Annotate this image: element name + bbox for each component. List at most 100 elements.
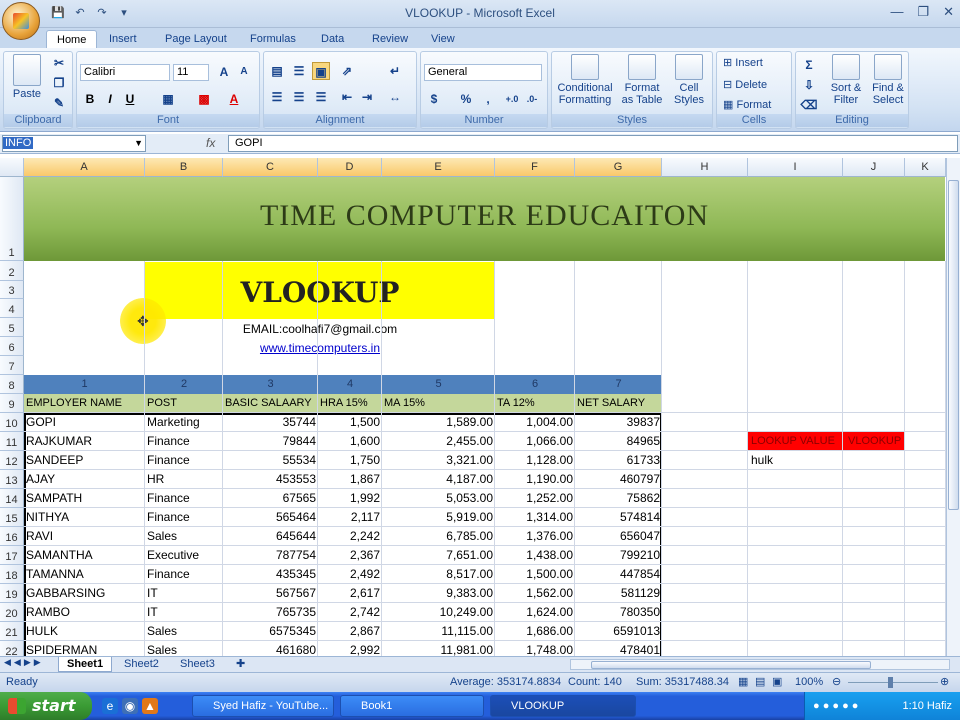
underline-button[interactable]: U: [121, 90, 139, 108]
data-cell[interactable]: RAVI: [24, 527, 145, 545]
data-cell[interactable]: HR: [145, 470, 223, 488]
data-cell[interactable]: 567567: [223, 584, 318, 602]
tray-icons[interactable]: ● ● ● ● ●: [813, 692, 858, 720]
data-cell[interactable]: 5,053.00: [382, 489, 495, 507]
vlc-quicklaunch-icon[interactable]: ▲: [142, 698, 158, 714]
ie-quicklaunch-icon[interactable]: e: [102, 698, 118, 714]
data-cell[interactable]: 11,115.00: [382, 622, 495, 640]
italic-button[interactable]: I: [101, 90, 119, 108]
row-header-3[interactable]: 3: [0, 281, 24, 299]
data-cell[interactable]: 1,992: [318, 489, 382, 507]
vertical-scrollbar[interactable]: [946, 158, 960, 656]
data-cell[interactable]: 565464: [223, 508, 318, 526]
data-cell[interactable]: 1,190.00: [495, 470, 575, 488]
insert-function-button[interactable]: fx: [206, 136, 215, 150]
data-cell[interactable]: 67565: [223, 489, 318, 507]
data-cell[interactable]: 11,981.00: [382, 641, 495, 656]
data-cell[interactable]: 574814: [575, 508, 662, 526]
row-header-5[interactable]: 5: [0, 318, 24, 337]
bold-button[interactable]: B: [81, 90, 99, 108]
lookup-value-cell[interactable]: hulk: [749, 451, 775, 469]
data-cell[interactable]: Sales: [145, 527, 223, 545]
data-cell[interactable]: TAMANNA: [24, 565, 145, 583]
data-cell[interactable]: 1,376.00: [495, 527, 575, 545]
select-all-corner[interactable]: [0, 158, 24, 177]
data-cell[interactable]: 2,992: [318, 641, 382, 656]
data-cell[interactable]: 10,249.00: [382, 603, 495, 621]
horizontal-scrollbar[interactable]: [570, 659, 950, 670]
row-header-8[interactable]: 8: [0, 375, 24, 394]
insert-cells-button[interactable]: ⊞ Insert: [723, 56, 763, 69]
data-cell[interactable]: GABBARSING: [24, 584, 145, 602]
zoom-out-icon[interactable]: ⊖: [832, 673, 841, 692]
data-cell[interactable]: 1,128.00: [495, 451, 575, 469]
row-header-12[interactable]: 12: [0, 451, 24, 470]
data-cell[interactable]: 1,004.00: [495, 413, 575, 431]
data-cell[interactable]: 2,867: [318, 622, 382, 640]
number-format-select[interactable]: General: [424, 64, 542, 81]
restore-icon[interactable]: ❐: [917, 4, 929, 20]
column-header-c[interactable]: C: [223, 158, 318, 177]
data-cell[interactable]: 1,500.00: [495, 565, 575, 583]
tab-data[interactable]: Data: [311, 30, 354, 48]
data-cell[interactable]: 61733: [575, 451, 662, 469]
merge-center-icon[interactable]: ↔: [386, 88, 404, 106]
row-header-16[interactable]: 16: [0, 527, 24, 546]
data-cell[interactable]: 1,314.00: [495, 508, 575, 526]
data-cell[interactable]: 2,117: [318, 508, 382, 526]
sheet-tab-3[interactable]: Sheet3: [172, 657, 223, 672]
row-header-17[interactable]: 17: [0, 546, 24, 565]
row-header-9[interactable]: 9: [0, 394, 24, 413]
cut-icon[interactable]: ✂: [50, 54, 68, 72]
column-header-d[interactable]: D: [318, 158, 382, 177]
row-header-22[interactable]: 22: [0, 641, 24, 656]
comma-button[interactable]: ,: [479, 90, 497, 108]
sheet-nav-arrows[interactable]: ◀◀▶▶: [4, 657, 44, 668]
row-header-13[interactable]: 13: [0, 470, 24, 489]
data-cell[interactable]: 1,867: [318, 470, 382, 488]
data-cell[interactable]: 6591013: [575, 622, 662, 640]
data-cell[interactable]: 765735: [223, 603, 318, 621]
data-cell[interactable]: 35744: [223, 413, 318, 431]
decrease-decimal-icon[interactable]: .0-: [523, 90, 541, 108]
data-cell[interactable]: 4,187.00: [382, 470, 495, 488]
formula-input[interactable]: GOPI: [228, 135, 958, 152]
row-header-1[interactable]: 1: [0, 177, 24, 261]
orientation-icon[interactable]: ⇗: [338, 62, 356, 80]
zoom-level[interactable]: 100%: [795, 673, 823, 692]
data-cell[interactable]: 9,383.00: [382, 584, 495, 602]
insert-sheet-icon[interactable]: ✚: [228, 657, 253, 672]
data-cell[interactable]: 1,624.00: [495, 603, 575, 621]
data-cell[interactable]: RAJKUMAR: [24, 432, 145, 450]
data-cell[interactable]: 478401: [575, 641, 662, 656]
align-right-icon[interactable]: ☰: [312, 88, 330, 106]
data-cell[interactable]: 2,242: [318, 527, 382, 545]
zoom-slider-thumb[interactable]: [888, 677, 893, 688]
align-center-icon[interactable]: ☰: [290, 88, 308, 106]
row-header-7[interactable]: 7: [0, 356, 24, 375]
data-cell[interactable]: 447854: [575, 565, 662, 583]
tab-page-layout[interactable]: Page Layout: [155, 30, 237, 48]
wrap-text-icon[interactable]: ↵: [386, 62, 404, 80]
clear-icon[interactable]: ⌫: [800, 96, 818, 114]
horizontal-scroll-thumb[interactable]: [591, 661, 871, 669]
autosum-icon[interactable]: Σ: [800, 56, 818, 74]
data-cell[interactable]: 1,500: [318, 413, 382, 431]
data-cell[interactable]: 1,438.00: [495, 546, 575, 564]
data-cell[interactable]: Finance: [145, 489, 223, 507]
column-header-i[interactable]: I: [748, 158, 843, 177]
data-cell[interactable]: 2,617: [318, 584, 382, 602]
data-cell[interactable]: 6575345: [223, 622, 318, 640]
find-select-button[interactable]: Find & Select: [868, 54, 908, 106]
conditional-formatting-button[interactable]: Conditional Formatting: [554, 54, 616, 106]
data-cell[interactable]: 6,785.00: [382, 527, 495, 545]
row-header-18[interactable]: 18: [0, 565, 24, 584]
font-color-icon[interactable]: A: [225, 90, 243, 108]
sheet-tab-1[interactable]: Sheet1: [58, 657, 113, 672]
data-cell[interactable]: Finance: [145, 508, 223, 526]
data-cell[interactable]: 1,562.00: [495, 584, 575, 602]
data-cell[interactable]: 7,651.00: [382, 546, 495, 564]
data-cell[interactable]: 1,686.00: [495, 622, 575, 640]
normal-view-icon[interactable]: ▦: [738, 673, 748, 692]
data-cell[interactable]: AJAY: [24, 470, 145, 488]
